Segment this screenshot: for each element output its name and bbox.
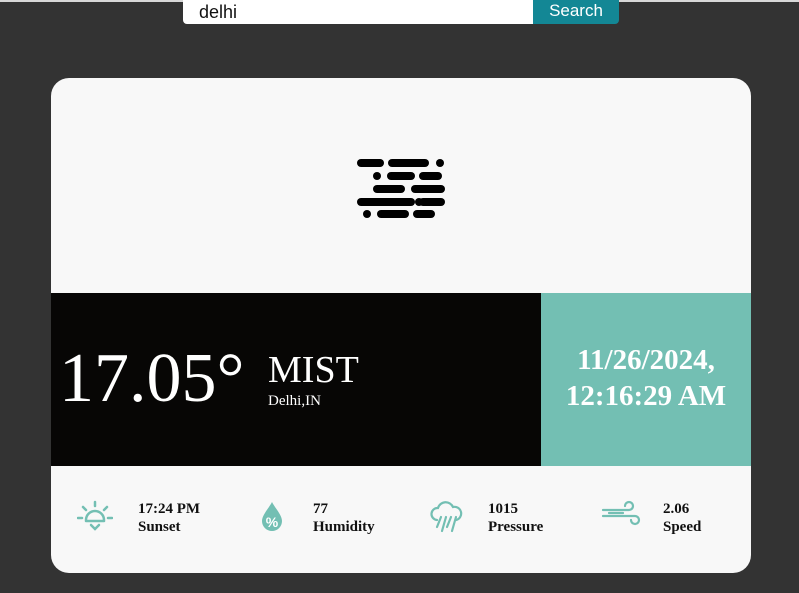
search-input[interactable] — [183, 0, 533, 24]
stat-label: Sunset — [138, 519, 181, 535]
stat-value: 2.06 — [663, 501, 690, 517]
condition-icon-area — [51, 78, 751, 293]
stats-row: 17:24 PM Sunset % 77 Humidity 1015 Press… — [51, 466, 751, 573]
time-label: 12:16:29 AM — [565, 380, 727, 412]
mist-icon — [357, 159, 445, 218]
svg-text:%: % — [266, 514, 279, 530]
datetime-panel: 11/26/2024, 12:16:29 AM — [541, 293, 751, 466]
wind-icon — [601, 500, 641, 526]
humidity-icon: % — [262, 502, 282, 531]
pressure-icon — [430, 501, 463, 533]
stat-value: 17:24 PM — [138, 501, 201, 517]
stat-label: Pressure — [488, 519, 544, 535]
weather-condition: MIST — [268, 349, 359, 391]
stat-label: Humidity — [313, 519, 375, 535]
temperature-value: 17.05° — [59, 340, 245, 417]
stat-value: 77 — [313, 501, 328, 517]
search-bar: Search — [183, 0, 619, 24]
weather-card: 17.05° MIST Delhi,IN 11/26/2024, 12:16:2… — [51, 78, 751, 573]
sunset-icon — [77, 500, 113, 531]
search-button[interactable]: Search — [533, 0, 619, 24]
location-label: Delhi,IN — [268, 393, 321, 409]
temperature-panel: 17.05° MIST Delhi,IN — [51, 293, 541, 466]
stat-value: 1015 — [488, 501, 518, 517]
date-label: 11/26/2024, — [577, 344, 715, 376]
stat-label: Speed — [663, 519, 702, 535]
